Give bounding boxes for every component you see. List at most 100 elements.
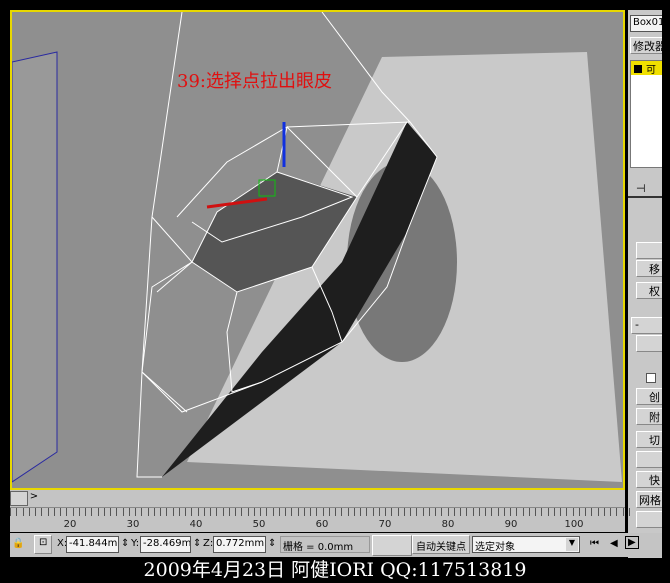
ruler-tick [547, 508, 549, 516]
grid-readout: 栅格 = 0.0mm [280, 536, 370, 553]
ruler-tick [566, 508, 568, 516]
ruler-tick [447, 508, 449, 516]
modifier-list-dropdown[interactable]: 修改器 [630, 37, 662, 54]
ruler-label: 100 [564, 519, 584, 530]
track-bar[interactable]: 20 30 40 50 60 70 80 90 100 [10, 507, 630, 532]
ruler-tick [472, 508, 474, 516]
panel-button-weight[interactable]: 权 [636, 282, 662, 299]
time-slider-track[interactable]: > [10, 490, 625, 507]
next-frame-button[interactable]: > [28, 491, 40, 506]
key-mode-button[interactable] [372, 535, 412, 556]
ruler-tick [116, 508, 118, 516]
rollup-header[interactable]: - [631, 317, 662, 334]
ruler-tick [135, 508, 136, 516]
panel-button-1[interactable] [636, 242, 662, 259]
ruler-tick [478, 508, 480, 516]
play-icon[interactable]: ▶ [625, 536, 639, 549]
panel-button-4[interactable] [636, 335, 662, 352]
ruler-tick [197, 508, 199, 516]
ruler-tick [166, 508, 168, 516]
ruler-tick [272, 508, 274, 516]
ruler-label: 20 [63, 519, 77, 530]
ruler-tick [491, 508, 493, 516]
modifier-stack: 可 [630, 60, 662, 168]
previous-frame-icon[interactable]: ◀ [610, 538, 618, 549]
absolute-mode-icon[interactable]: ⊡ [34, 535, 53, 554]
object-name-field[interactable]: Box01 [630, 15, 662, 32]
ruler-tick [391, 508, 393, 516]
stack-item[interactable]: 可 [631, 61, 662, 76]
ruler-tick [403, 508, 405, 516]
checkbox[interactable] [646, 373, 656, 383]
ruler-tick [191, 508, 193, 516]
ruler-tick [310, 508, 311, 516]
panel-button-cut[interactable]: 切 [636, 431, 662, 448]
ruler-tick [416, 508, 418, 516]
ruler-label: 50 [252, 519, 266, 530]
panel-button-move[interactable]: 移 [636, 260, 662, 277]
ruler-tick [466, 508, 468, 516]
ruler-tick [597, 508, 599, 516]
ruler-tick [616, 508, 618, 516]
y-coordinate-field[interactable]: -28.469mm [140, 536, 191, 553]
caption-watermark: 2009年4月23日 阿健IORI QQ:117513819 [143, 559, 527, 581]
ruler-tick [216, 508, 218, 516]
dropdown-arrow-icon[interactable]: ▼ [566, 538, 578, 551]
ruler-tick [266, 508, 268, 516]
ruler-tick [628, 508, 630, 516]
ruler-label: 80 [441, 519, 455, 530]
ruler-tick [260, 508, 261, 516]
perspective-viewport[interactable]: 39:选择点拉出眼皮 [10, 10, 625, 490]
time-slider[interactable] [10, 491, 28, 506]
ruler-tick [485, 508, 486, 516]
ruler-tick [622, 508, 624, 516]
ruler-tick [91, 508, 93, 516]
panel-button-11[interactable] [636, 511, 662, 528]
ruler-tick [41, 508, 43, 516]
ruler-tick [497, 508, 499, 516]
ruler-tick [316, 508, 318, 516]
x-coordinate-field[interactable]: -41.844mm [66, 536, 119, 553]
ruler-tick [147, 508, 149, 516]
command-panel: Box01 修改器 可 ⊣ 移 权 - 创 附 切 快 网格 [628, 10, 662, 558]
auto-key-button[interactable]: 自动关键点 [412, 535, 470, 554]
panel-button-mesh[interactable]: 网格 [636, 491, 662, 508]
ruler-tick [378, 508, 380, 516]
ruler-tick [160, 508, 161, 516]
expand-icon[interactable] [634, 65, 642, 73]
ruler-tick [235, 508, 236, 516]
ruler-tick [335, 508, 336, 516]
selection-set-dropdown[interactable]: 选定对象 ▼ [472, 536, 580, 553]
ruler-label: 30 [126, 519, 140, 530]
z-coordinate-field[interactable]: 0.772mm [213, 536, 266, 553]
panel-button-attach[interactable]: 附 [636, 408, 662, 425]
ruler-tick [285, 508, 286, 516]
panel-button-create[interactable]: 创 [636, 388, 662, 405]
ruler-tick [128, 508, 130, 516]
ruler-tick [178, 508, 180, 516]
go-to-start-icon[interactable]: ⏮ [590, 538, 599, 549]
panel-button-quick[interactable]: 快 [636, 471, 662, 488]
ruler-tick [47, 508, 49, 516]
x-spinner[interactable]: ⇕ [121, 538, 129, 549]
ruler-tick [410, 508, 411, 516]
ruler-tick [97, 508, 99, 516]
ruler-tick [122, 508, 124, 516]
selection-set-value: 选定对象 [475, 542, 515, 553]
ruler-tick [103, 508, 105, 516]
lock-icon[interactable]: 🔒 [12, 538, 24, 549]
viewport-annotation: 39:选择点拉出眼皮 [177, 71, 332, 92]
ruler-tick [203, 508, 205, 516]
panel-button-8[interactable] [636, 451, 662, 468]
ruler-tick [210, 508, 211, 516]
ruler-tick [535, 508, 536, 516]
ruler-tick [460, 508, 461, 516]
ruler-label: 40 [189, 519, 203, 530]
z-spinner[interactable]: ⇕ [268, 538, 276, 549]
ruler-tick [585, 508, 586, 516]
y-spinner[interactable]: ⇕ [193, 538, 201, 549]
ruler-tick [110, 508, 111, 516]
status-bar: 🔒 ⊡ X: -41.844mm ⇕ Y: -28.469mm ⇕ Z: 0.7… [10, 533, 662, 557]
pin-stack-icon[interactable]: ⊣ [636, 182, 646, 195]
ruler-tick [366, 508, 368, 516]
